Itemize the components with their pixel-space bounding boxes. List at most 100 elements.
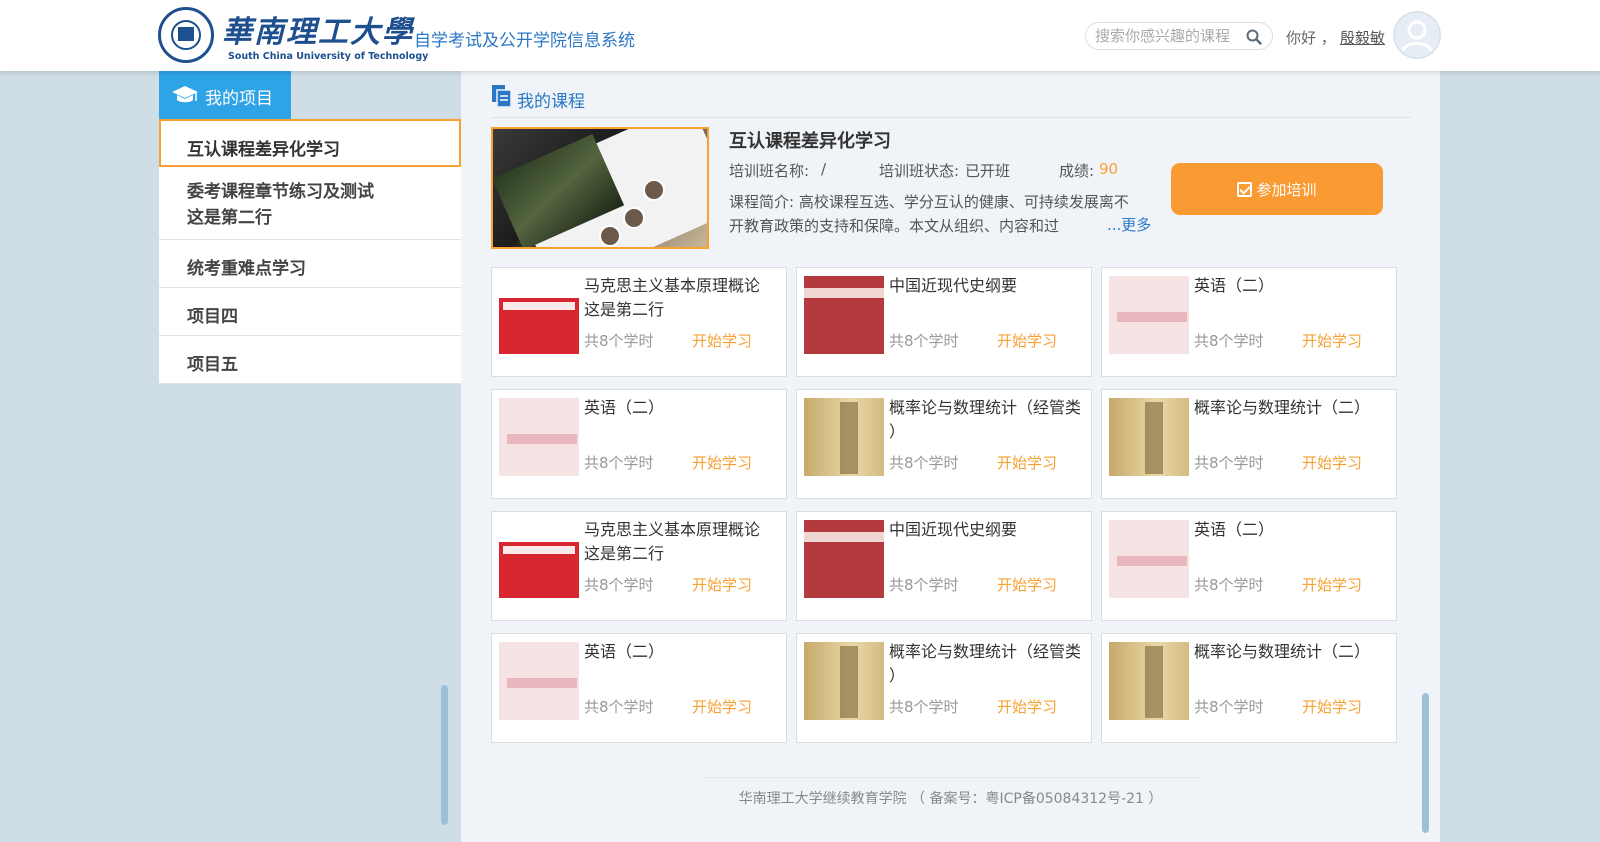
course-card[interactable]: 马克思主义基本原理概论 这是第二行共8个学时 开始学习 [491, 267, 787, 377]
sidebar-item-label: 统考重难点学习 [187, 259, 306, 279]
university-logo[interactable]: 華南理工大學 South China University of Technol… [158, 7, 428, 63]
sidebar-item-project-four[interactable]: 项目四 [159, 288, 461, 336]
start-learning-link[interactable]: 开始学习 [997, 330, 1057, 351]
course-name-line: 英语（二） [1194, 276, 1275, 295]
greeting-text: 你好 ， [1286, 29, 1336, 47]
sidebar-item-key-points[interactable]: 统考重难点学习 [159, 240, 461, 288]
sidebar-scrollbar[interactable] [441, 685, 448, 825]
course-cover[interactable] [499, 520, 579, 598]
sidebar-item-label: 项目四 [187, 307, 238, 327]
course-card[interactable]: 马克思主义基本原理概论 这是第二行共8个学时 开始学习 [491, 511, 787, 621]
course-card[interactable]: 英语（二） 共8个学时 开始学习 [1101, 267, 1397, 377]
username-link[interactable]: 殷毅敏 [1340, 27, 1385, 48]
course-name-line2: 这是第二行 [584, 544, 665, 563]
course-card[interactable]: 概率论与数理统计（经管类 ） 共8个学时 开始学习 [796, 633, 1092, 743]
course-card[interactable]: 中国近现代史纲要 共8个学时 开始学习 [796, 267, 1092, 377]
start-learning-link[interactable]: 开始学习 [997, 452, 1057, 473]
sidebar-header: 我的项目 [159, 71, 291, 119]
start-learning-link[interactable]: 开始学习 [1302, 574, 1362, 595]
start-learning-link[interactable]: 开始学习 [997, 574, 1057, 595]
course-cover[interactable] [499, 642, 579, 720]
course-name: 英语（二） [1194, 518, 1392, 542]
course-name-line: 马克思主义基本原理概论 [584, 276, 761, 295]
course-name-line2: ） [889, 422, 906, 441]
course-name: 中国近现代史纲要 [889, 274, 1087, 298]
start-learning-link[interactable]: 开始学习 [692, 696, 752, 717]
course-name: 概率论与数理统计（经管类 ） [889, 396, 1087, 444]
sidebar-item-label: 委考课程章节练习及测试 [187, 182, 374, 202]
course-hours: 共8个学时 [584, 698, 654, 716]
start-learning-link[interactable]: 开始学习 [1302, 696, 1362, 717]
course-name: 英语（二） [584, 640, 782, 664]
system-title: 自学考试及公开学院信息系统 [414, 31, 635, 51]
course-name-line2: 这是第二行 [584, 300, 665, 319]
start-learning-link[interactable]: 开始学习 [1302, 330, 1362, 351]
course-cover[interactable] [804, 276, 884, 354]
sidebar-item-label-line2: 这是第二行 [187, 208, 272, 228]
course-name: 英语（二） [1194, 274, 1392, 298]
course-name: 概率论与数理统计（二） [1194, 640, 1392, 664]
course-card[interactable]: 英语（二） 共8个学时 开始学习 [491, 389, 787, 499]
course-hours: 共8个学时 [584, 576, 654, 594]
course-name-line: 概率论与数理统计（二） [1194, 642, 1371, 661]
score-label: 成绩: [1059, 162, 1095, 180]
join-training-label: 参加培训 [1256, 180, 1317, 199]
course-name-line: 概率论与数理统计（经管类 [889, 642, 1082, 661]
course-name: 英语（二） [584, 396, 782, 420]
description-label: 课程简介: [729, 193, 795, 211]
course-card[interactable]: 概率论与数理统计（二） 共8个学时 开始学习 [1101, 633, 1397, 743]
start-learning-link[interactable]: 开始学习 [692, 452, 752, 473]
course-name-line: 中国近现代史纲要 [889, 276, 1018, 295]
course-card[interactable]: 中国近现代史纲要 共8个学时 开始学习 [796, 511, 1092, 621]
course-cover[interactable] [499, 276, 579, 354]
course-name: 马克思主义基本原理概论 这是第二行 [584, 274, 782, 322]
featured-course-cover[interactable] [491, 127, 709, 249]
start-learning-link[interactable]: 开始学习 [997, 696, 1057, 717]
course-name: 概率论与数理统计（经管类 ） [889, 640, 1087, 688]
content-scrollbar[interactable] [1422, 693, 1429, 833]
class-status-value: 已开班 [965, 162, 1011, 180]
course-cover[interactable] [804, 520, 884, 598]
search-icon[interactable] [1246, 29, 1262, 45]
logo-chinese-name: 華南理工大學 [222, 15, 414, 50]
course-cover[interactable] [804, 398, 884, 476]
course-name: 马克思主义基本原理概论 这是第二行 [584, 518, 782, 566]
course-cover[interactable] [1109, 398, 1189, 476]
course-search [1085, 22, 1273, 50]
featured-course-title: 互认课程差异化学习 [729, 131, 891, 152]
course-name: 概率论与数理统计（二） [1194, 396, 1392, 420]
course-cover[interactable] [1109, 642, 1189, 720]
course-hours: 共8个学时 [584, 454, 654, 472]
course-cover[interactable] [499, 398, 579, 476]
footer-text: 华南理工大学继续教育学院 （ 备案号：粤ICP备05084312号-21 ） [738, 791, 1163, 807]
course-cover[interactable] [1109, 276, 1189, 354]
course-card[interactable]: 概率论与数理统计（二） 共8个学时 开始学习 [1101, 389, 1397, 499]
course-card[interactable]: 英语（二） 共8个学时 开始学习 [491, 633, 787, 743]
course-card[interactable]: 概率论与数理统计（经管类 ） 共8个学时 开始学习 [796, 389, 1092, 499]
sidebar-item-project-five[interactable]: 项目五 [159, 336, 461, 384]
start-learning-link[interactable]: 开始学习 [692, 330, 752, 351]
logo-english-name: South China University of Technology [228, 51, 429, 62]
course-card[interactable]: 英语（二） 共8个学时 开始学习 [1101, 511, 1397, 621]
top-header: 華南理工大學 South China University of Technol… [0, 0, 1600, 71]
course-hours: 共8个学时 [584, 332, 654, 350]
section-header: 我的课程 [491, 84, 1411, 118]
course-name-line: 概率论与数理统计（经管类 [889, 398, 1082, 417]
search-input[interactable] [1095, 26, 1243, 46]
course-name-line: 英语（二） [584, 642, 665, 661]
course-cover[interactable] [1109, 520, 1189, 598]
featured-course-description: 课程简介: 高校课程互选、学分互认的健康、可持续发展离不开教育政策的支持和保障。… [729, 190, 1141, 238]
start-learning-link[interactable]: 开始学习 [692, 574, 752, 595]
course-cover[interactable] [804, 642, 884, 720]
score-value: 90 [1099, 160, 1119, 178]
sidebar-item-mutual-recognition[interactable]: 互认课程差异化学习 [159, 119, 470, 167]
sidebar-list: 互认课程差异化学习 委考课程章节练习及测试 这是第二行 统考重难点学习 项目四 … [159, 119, 470, 384]
more-link[interactable]: ...更多 [1105, 214, 1152, 235]
course-hours: 共8个学时 [889, 576, 959, 594]
user-avatar-icon[interactable] [1393, 11, 1441, 59]
course-name-line: 英语（二） [584, 398, 665, 417]
class-name-label: 培训班名称: [729, 162, 810, 180]
sidebar-item-chapter-practice[interactable]: 委考课程章节练习及测试 这是第二行 [159, 167, 461, 240]
join-training-button[interactable]: 参加培训 [1171, 163, 1383, 215]
start-learning-link[interactable]: 开始学习 [1302, 452, 1362, 473]
